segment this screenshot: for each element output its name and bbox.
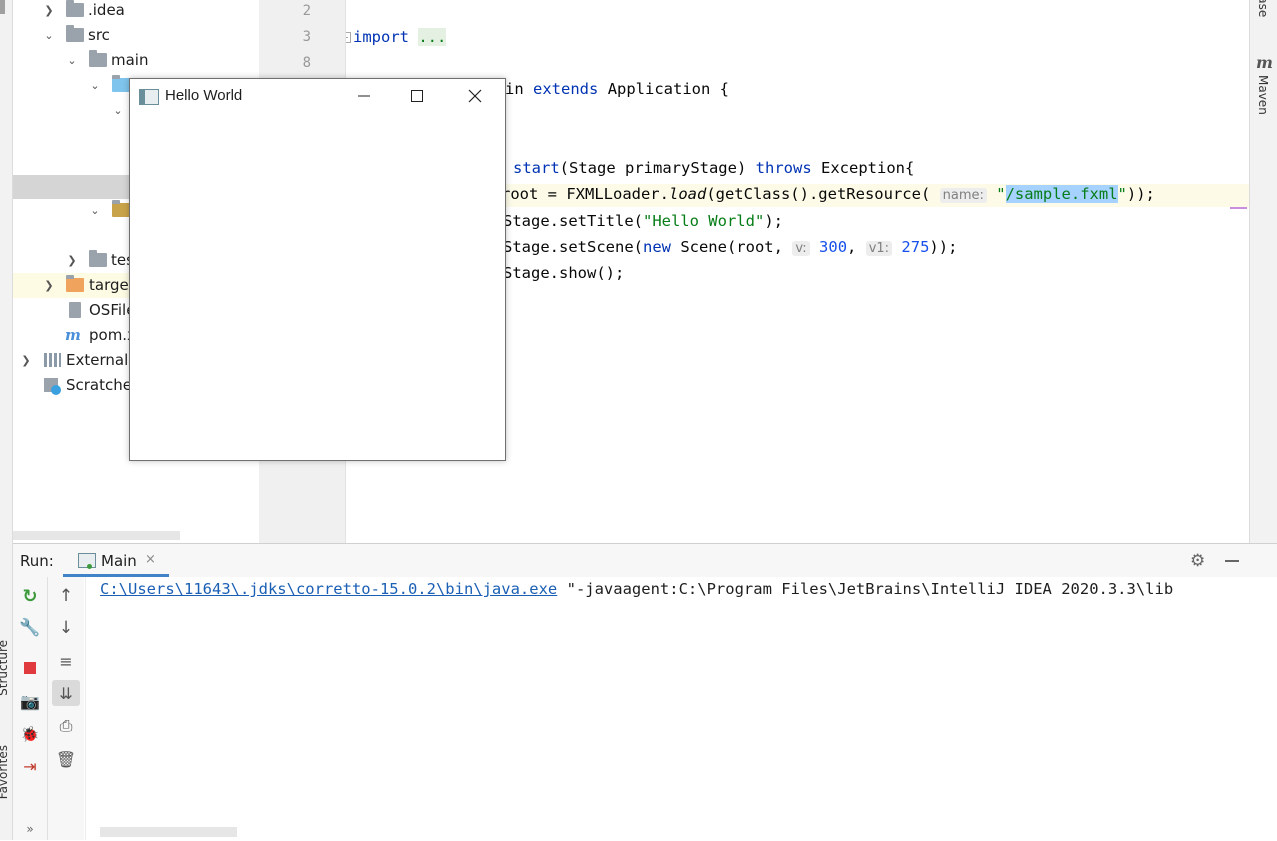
window-title: Hello World [165, 87, 243, 104]
chevron-down-icon[interactable]: ⌄ [64, 48, 80, 73]
code-line-load: root = FXMLLoader.load(getClass().getRes… [501, 185, 1155, 203]
line-number: 3 [302, 29, 311, 45]
close-icon [468, 89, 482, 103]
chevron-right-icon[interactable]: ❯ [41, 0, 57, 23]
chevron-down-icon[interactable]: ⌄ [87, 73, 103, 98]
stop-icon [24, 662, 36, 674]
param-hint: name: [939, 188, 987, 203]
debug-icon[interactable]: 🐞 [18, 722, 42, 746]
run-toolbar-secondary: ↑ ↓ ≡ ⇊ ⎙ 🗑 [48, 577, 84, 840]
chevron-right-icon[interactable]: ❯ [64, 248, 80, 273]
camera-icon[interactable]: 📷 [18, 689, 42, 713]
line-number: 2 [302, 3, 311, 19]
code-line-class: in extends Application { [505, 80, 730, 98]
close-tab-icon[interactable]: × [145, 552, 156, 567]
selected-text: /sample.fxml [1005, 185, 1118, 203]
line-number: 8 [302, 55, 311, 71]
run-label: Run: [20, 552, 54, 570]
run-panel-header: Run: Main × ⚙ [13, 543, 1277, 578]
file-icon [69, 302, 81, 318]
tree-item-label: External [66, 351, 129, 369]
code-line-show: Stage.show(); [503, 264, 625, 282]
folder-icon [66, 25, 84, 42]
right-tool-strip: Database m Maven [1249, 0, 1277, 543]
param-hint: v: [792, 241, 810, 256]
minimize-icon [358, 95, 370, 97]
maximize-button[interactable] [405, 84, 429, 108]
tab-label: Main [101, 552, 137, 570]
maven-tab[interactable]: Maven [1256, 75, 1270, 115]
folder-icon [89, 50, 107, 67]
maven-icon: m [65, 326, 81, 344]
hello-world-window[interactable]: Hello World [129, 78, 506, 461]
folded-imports[interactable]: ... [418, 28, 447, 46]
tree-item-label: main [111, 51, 149, 69]
run-toolbar-primary: ↻ 🔧 📷 🐞 ⇥ » [13, 577, 49, 840]
database-tab[interactable]: Database [1250, 0, 1277, 30]
tree-item-label: target [89, 276, 135, 294]
scroll-indicator [0, 0, 5, 14]
stop-button[interactable] [18, 656, 42, 680]
trash-icon[interactable]: 🗑 [54, 747, 78, 771]
error-stripe-mark [1230, 207, 1247, 209]
tree-item-idea[interactable]: ❯ .idea [13, 0, 259, 23]
library-icon [44, 353, 61, 367]
chevron-right-icon[interactable]: ❯ [18, 348, 34, 373]
tree-item-src[interactable]: ⌄ src [13, 23, 259, 48]
scroll-to-end-icon[interactable]: ⇊ [52, 680, 80, 706]
excluded-folder-icon [66, 275, 84, 292]
run-panel-body [13, 577, 1277, 840]
chevron-down-icon[interactable]: ⌄ [110, 98, 126, 123]
minimize-button[interactable] [352, 84, 376, 108]
console-horizontal-scrollbar[interactable] [100, 827, 237, 837]
minimize-panel-icon[interactable] [1225, 560, 1239, 562]
exit-icon[interactable]: ⇥ [18, 754, 42, 778]
fold-icon[interactable]: + [346, 32, 351, 43]
chevron-right-icon[interactable]: ❯ [41, 273, 57, 298]
folder-icon [89, 250, 107, 267]
param-hint: v1: [865, 241, 893, 256]
maven-icon[interactable]: m [1256, 53, 1273, 72]
print-icon[interactable]: ⎙ [54, 714, 78, 738]
chevron-down-icon[interactable]: ⌄ [41, 23, 57, 48]
java-app-icon [139, 89, 159, 105]
tree-item-label: src [88, 26, 110, 44]
wrench-icon[interactable]: 🔧 [18, 616, 42, 640]
java-exe-link[interactable]: C:\Users\11643\.jdks\corretto-15.0.2\bin… [100, 580, 557, 598]
code-line-title: Stage.setTitle("Hello World"); [503, 212, 783, 230]
horizontal-scrollbar[interactable] [13, 531, 180, 540]
clock-icon [51, 385, 61, 395]
arrow-up-icon[interactable]: ↑ [54, 584, 78, 608]
structure-tab[interactable]: Structure [0, 640, 10, 696]
code-line-method: start(Stage primaryStage) throws Excepti… [513, 159, 915, 177]
close-button[interactable] [463, 84, 487, 108]
tab-main[interactable]: Main × [63, 544, 169, 577]
tree-item-label: Scratche [66, 376, 132, 394]
source-folder-icon [112, 75, 130, 92]
code-line-import: import ... [353, 28, 447, 46]
folder-icon [66, 0, 84, 17]
left-tool-strip: Structure Favorites [0, 0, 13, 840]
soft-wrap-icon[interactable]: ≡ [54, 649, 78, 673]
console-gutter-divider [85, 577, 86, 840]
maximize-icon [411, 90, 423, 102]
chevron-down-icon[interactable]: ⌄ [87, 198, 103, 223]
rerun-icon[interactable]: ↻ [18, 584, 42, 608]
console-args: "-javaagent:C:\Program Files\JetBrains\I… [566, 580, 1174, 598]
tree-item-main[interactable]: ⌄ main [13, 48, 259, 73]
settings-gear-icon[interactable]: ⚙ [1190, 551, 1205, 571]
more-icon[interactable]: » [18, 817, 42, 841]
arrow-down-icon[interactable]: ↓ [54, 616, 78, 640]
code-line-scene: Stage.setScene(new Scene(root, v: 300, v… [503, 238, 958, 256]
tree-item-label: .idea [88, 1, 125, 19]
console-output-line: C:\Users\11643\.jdks\corretto-15.0.2\bin… [100, 580, 1173, 598]
running-indicator-icon [87, 564, 92, 569]
resources-folder-icon [112, 200, 130, 217]
favorites-tab[interactable]: Favorites [0, 745, 10, 799]
